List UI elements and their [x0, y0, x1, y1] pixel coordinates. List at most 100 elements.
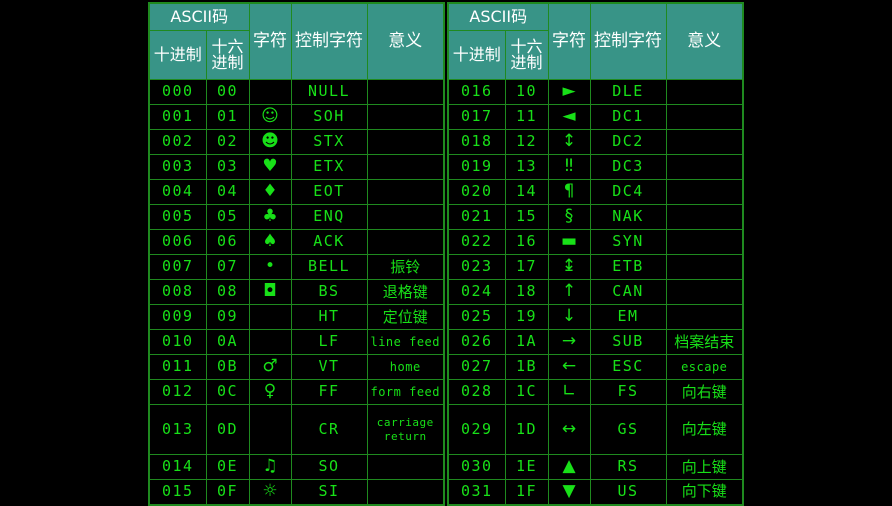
cell-character: ↑: [547, 279, 591, 305]
cell-decimal: 025: [447, 304, 506, 330]
cell-decimal: 011: [148, 354, 207, 380]
cell-control: ETB: [589, 254, 667, 280]
cell-decimal: 016: [447, 79, 506, 105]
cell-control: ESC: [589, 354, 667, 380]
header-col-decimal: 十进制: [447, 30, 506, 80]
table-row: 023 17 ↨ ETB: [447, 254, 744, 280]
cell-decimal: 008: [148, 279, 207, 305]
cell-hex: 1E: [504, 454, 549, 480]
table-row: 028 1C ∟ FS 向右键: [447, 379, 744, 405]
table-header: ASCII码 字符 控制字符 意义 十进制 十六进制: [148, 2, 445, 80]
cell-character: ♫: [248, 454, 292, 480]
cell-decimal: 030: [447, 454, 506, 480]
cell-hex: 03: [205, 154, 250, 180]
table-row: 026 1A → SUB 档案结束: [447, 329, 744, 355]
cell-control: SI: [290, 479, 368, 505]
cell-hex: 06: [205, 229, 250, 255]
table-row: 020 14 ¶ DC4: [447, 179, 744, 205]
cell-control: VT: [290, 354, 368, 380]
cell-control: NULL: [290, 79, 368, 105]
cell-decimal: 014: [148, 454, 207, 480]
cell-hex: 19: [504, 304, 549, 330]
table-row: 027 1B ← ESC escape: [447, 354, 744, 380]
cell-meaning: [366, 204, 445, 230]
table-header: ASCII码 字符 控制字符 意义 十进制 十六进制: [447, 2, 744, 80]
cell-decimal: 013: [148, 404, 207, 455]
cell-meaning: [366, 229, 445, 255]
table-row: 009 09 HT 定位键: [148, 304, 445, 330]
cell-character: ♀: [248, 379, 292, 405]
cell-character: ▼: [547, 479, 591, 505]
cell-character: ↔: [547, 404, 591, 455]
table-row: 006 06 ♠ ACK: [148, 229, 445, 255]
cell-character: ‼: [547, 154, 591, 180]
cell-character: ☺: [248, 104, 292, 130]
header-ascii-title: ASCII码: [148, 2, 250, 31]
cell-meaning: 档案结束: [665, 329, 744, 355]
cell-character: ☼: [248, 479, 292, 505]
cell-meaning: [665, 229, 744, 255]
cell-character: ♣: [248, 204, 292, 230]
table-row: 007 07 • BELL 振铃: [148, 254, 445, 280]
ascii-table-right: ASCII码 字符 控制字符 意义 十进制 十六进制 016 10 ► DLE 017 1…: [447, 2, 744, 506]
cell-meaning: [665, 254, 744, 280]
cell-hex: 1D: [504, 404, 549, 455]
cell-hex: 1C: [504, 379, 549, 405]
cell-hex: 10: [504, 79, 549, 105]
cell-meaning: form feed: [366, 379, 445, 405]
cell-hex: 1F: [504, 479, 549, 505]
cell-control: DLE: [589, 79, 667, 105]
cell-meaning: 定位键: [366, 304, 445, 330]
cell-hex: 18: [504, 279, 549, 305]
cell-control: BELL: [290, 254, 368, 280]
cell-character: [248, 329, 292, 355]
cell-meaning: [366, 479, 445, 505]
cell-character: ♥: [248, 154, 292, 180]
cell-decimal: 006: [148, 229, 207, 255]
cell-control: SO: [290, 454, 368, 480]
cell-hex: 13: [504, 154, 549, 180]
cell-meaning: carriage return: [366, 404, 445, 455]
ascii-chart-canvas: ASCII码 字符 控制字符 意义 十进制 十六进制 000 00 NULL 001 0…: [0, 0, 892, 506]
table-row: 030 1E ▲ RS 向上键: [447, 454, 744, 480]
cell-control: DC4: [589, 179, 667, 205]
cell-decimal: 026: [447, 329, 506, 355]
cell-control: RS: [589, 454, 667, 480]
cell-hex: 0B: [205, 354, 250, 380]
cell-character: ←: [547, 354, 591, 380]
cell-hex: 04: [205, 179, 250, 205]
table-row: 003 03 ♥ ETX: [148, 154, 445, 180]
cell-decimal: 015: [148, 479, 207, 505]
cell-meaning: [665, 79, 744, 105]
cell-character: ♠: [248, 229, 292, 255]
cell-character: ↓: [547, 304, 591, 330]
cell-hex: 0E: [205, 454, 250, 480]
cell-decimal: 018: [447, 129, 506, 155]
cell-decimal: 003: [148, 154, 207, 180]
cell-meaning: [665, 129, 744, 155]
table-row: 004 04 ♦ EOT: [148, 179, 445, 205]
cell-character: [248, 304, 292, 330]
cell-decimal: 009: [148, 304, 207, 330]
cell-hex: 12: [504, 129, 549, 155]
cell-character: [248, 404, 292, 455]
cell-meaning: [366, 79, 445, 105]
table-row: 019 13 ‼ DC3: [447, 154, 744, 180]
cell-control: STX: [290, 129, 368, 155]
cell-control: LF: [290, 329, 368, 355]
cell-meaning: [366, 129, 445, 155]
cell-character: ☻: [248, 129, 292, 155]
cell-hex: 02: [205, 129, 250, 155]
cell-decimal: 029: [447, 404, 506, 455]
cell-hex: 0A: [205, 329, 250, 355]
cell-control: DC1: [589, 104, 667, 130]
cell-control: SYN: [589, 229, 667, 255]
cell-character: [248, 79, 292, 105]
table-row: 031 1F ▼ US 向下键: [447, 479, 744, 505]
table-body: 016 10 ► DLE 017 11 ◄ DC1 018 12 ↕ DC2 019 13 ‼ DC3 020 1…: [447, 79, 744, 505]
cell-hex: 1A: [504, 329, 549, 355]
cell-hex: 11: [504, 104, 549, 130]
table-row: 016 10 ► DLE: [447, 79, 744, 105]
cell-decimal: 028: [447, 379, 506, 405]
cell-decimal: 020: [447, 179, 506, 205]
